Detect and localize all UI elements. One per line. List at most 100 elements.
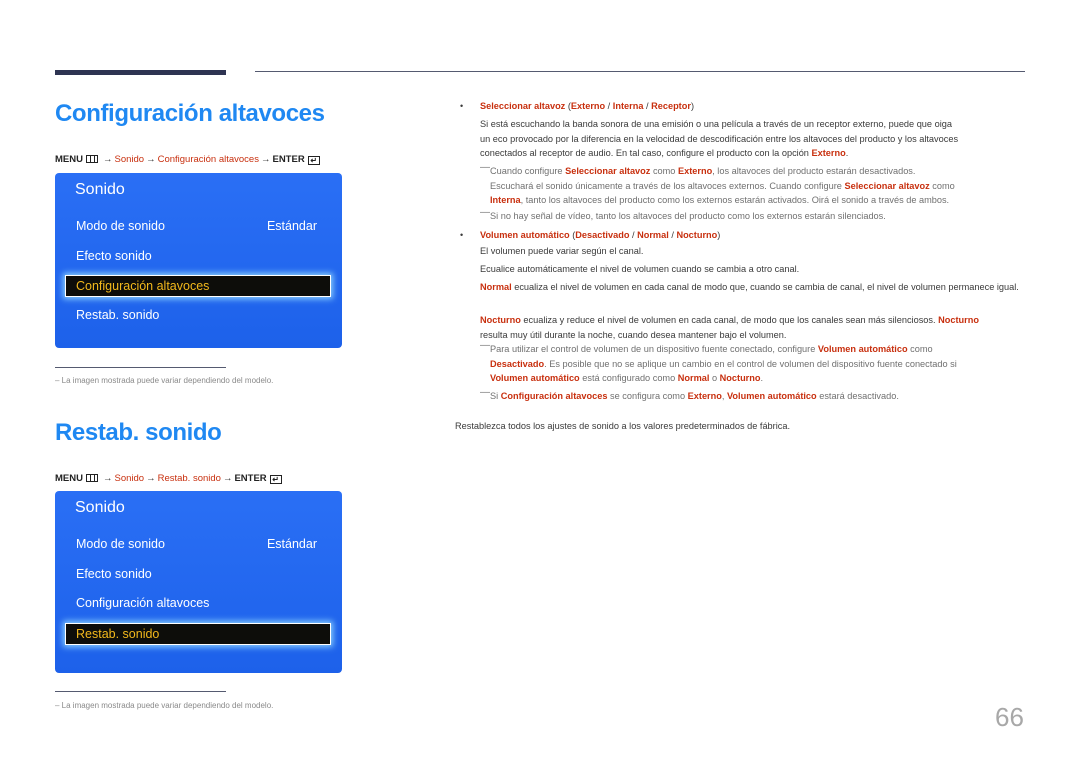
arrow-icon: →: [146, 154, 156, 165]
menu-item-speaker-settings[interactable]: Configuración altavoces: [76, 596, 209, 610]
t: Nocturno: [480, 315, 521, 325]
t: ,: [721, 391, 725, 401]
auto-volume-night: Nocturno ecualiza y reduce el nivel de v…: [480, 313, 1030, 342]
enter-label: ENTER: [234, 473, 267, 484]
menu-item-sound-mode-value: Estándar: [266, 219, 317, 233]
choice: Normal: [637, 230, 669, 240]
menu-item-sound-mode[interactable]: Modo de sonido: [76, 219, 165, 233]
t: Seleccionar altavoz: [844, 180, 930, 191]
section-title-reset-sound: Restab. sonido: [55, 419, 222, 446]
menu-item-sound-mode[interactable]: Modo de sonido: [76, 537, 165, 551]
header-rule-thick: [55, 70, 226, 75]
note-auto-volume-1: — Para utilizar el control de volumen de…: [480, 340, 1030, 386]
crumb-reset-sound: Restab. sonido: [157, 473, 221, 484]
menu-path: MENU → Sonido → Configuración altavoces → ENTE…: [55, 154, 320, 165]
footnote: – La imagen mostrada puede variar depend…: [55, 376, 274, 385]
option-speaker-select-heading: Seleccionar altavoz (Externo / Interna /…: [480, 101, 694, 111]
page-number: 66: [995, 702, 1024, 732]
note-dash-icon: —: [480, 340, 490, 351]
t: Cuando configure: [490, 166, 563, 176]
enter-label: ENTER: [272, 154, 305, 165]
menu-label: MENU: [55, 473, 83, 484]
note-dash-icon: —: [480, 162, 490, 173]
desc-line: Si está escuchando la banda sonora de un…: [480, 119, 952, 129]
menu-path: MENU → Sonido → Restab. sonido → ENTER ↵: [55, 473, 282, 484]
menu-item-reset-sound-selected[interactable]: Restab. sonido: [65, 623, 331, 645]
t: Volumen automático: [490, 373, 580, 383]
menu-item-label: Configuración altavoces: [76, 279, 210, 293]
menu-item-reset-sound[interactable]: Restab. sonido: [76, 308, 159, 322]
t: Externo: [687, 391, 722, 401]
option-auto-volume-heading: Volumen automático (Desactivado / Normal…: [480, 230, 721, 240]
auto-volume-line2: Ecualice automáticamente el nivel de vol…: [480, 264, 800, 274]
footnote-rule: [55, 367, 226, 368]
t: o: [711, 373, 718, 383]
t: .: [760, 373, 764, 383]
crumb-sonido: Sonido: [114, 154, 145, 165]
footnote-rule: [55, 691, 226, 692]
t: Nocturno: [719, 373, 761, 383]
menu-icon: [85, 155, 98, 163]
footnote: – La imagen mostrada puede variar depend…: [55, 701, 274, 710]
desc-line: conectados al receptor de audio. En tal …: [480, 148, 849, 158]
arrow-icon: →: [102, 473, 113, 484]
t: Nocturno: [938, 315, 979, 325]
t: , tanto los altavoces del producto como …: [520, 195, 950, 205]
t: Seleccionar altavoz: [565, 166, 651, 176]
sound-menu-panel: Sonido Modo de sonido Estándar Efecto so…: [55, 491, 342, 673]
crumb-sonido: Sonido: [114, 473, 145, 484]
desc-bold: Externo: [811, 148, 846, 158]
t: estará desactivado.: [819, 391, 899, 401]
t: ecualiza y reduce el nivel de volumen en…: [523, 315, 936, 325]
note-dash-icon: —: [480, 387, 490, 398]
enter-icon: ↵: [307, 156, 320, 165]
option-name: Volumen automático: [480, 230, 570, 240]
panel-title: Sonido: [75, 181, 125, 198]
arrow-icon: →: [102, 154, 113, 165]
reset-sound-description: Restablezca todos los ajustes de sonido …: [455, 421, 791, 431]
bullet-icon: •: [460, 101, 464, 111]
menu-item-sound-effect[interactable]: Efecto sonido: [76, 567, 152, 581]
note-speaker-1: — Cuando configure Seleccionar altavoz c…: [480, 162, 1030, 208]
t: como: [932, 180, 955, 191]
choice: Interna: [612, 101, 644, 111]
t: Si no hay señal de vídeo, tanto los alta…: [490, 211, 886, 221]
t: como: [910, 344, 933, 354]
footnote-text: La imagen mostrada puede variar dependie…: [61, 701, 274, 710]
t: Normal: [480, 282, 512, 292]
bullet-icon: •: [460, 230, 464, 240]
menu-item-label: Restab. sonido: [76, 627, 160, 641]
header-rule-thin: [255, 71, 1025, 72]
option-name: Seleccionar altavoz: [480, 101, 566, 111]
enter-icon: ↵: [269, 475, 282, 484]
t: , los altavoces del producto estarán des…: [712, 166, 916, 176]
t: como: [652, 166, 676, 176]
t: Si: [490, 391, 499, 401]
option-speaker-select-desc: Si está escuchando la banda sonora de un…: [480, 117, 1030, 161]
menu-item-sound-effect[interactable]: Efecto sonido: [76, 249, 152, 263]
t: Externo: [677, 166, 713, 176]
t: Configuración altavoces: [500, 391, 608, 401]
auto-volume-normal: Normal ecualiza el nivel de volumen en c…: [480, 280, 1030, 295]
t: Interna: [490, 195, 521, 205]
menu-icon: [85, 474, 98, 482]
t: . Es posible que no se aplique un cambio…: [544, 358, 957, 369]
t: Volumen automático: [726, 391, 817, 401]
t: Normal: [677, 373, 710, 383]
arrow-icon: →: [222, 473, 233, 484]
auto-volume-line1: El volumen puede variar según el canal.: [480, 246, 644, 256]
crumb-speaker-settings: Configuración altavoces: [157, 154, 259, 165]
menu-item-sound-mode-value: Estándar: [266, 537, 317, 551]
choice: Receptor: [651, 101, 691, 111]
menu-item-speaker-settings-selected[interactable]: Configuración altavoces: [65, 275, 331, 297]
panel-title: Sonido: [75, 499, 125, 516]
t: Para utilizar el control de volumen de u…: [490, 344, 816, 354]
t: resulta muy útil durante la noche, cuand…: [480, 329, 787, 340]
t: ecualiza el nivel de volumen en cada can…: [514, 282, 1019, 292]
sound-menu-panel: Sonido Modo de sonido Estándar Efecto so…: [55, 173, 342, 348]
t: se configura como: [610, 391, 686, 401]
note-auto-volume-2: — Si Configuración altavoces se configur…: [480, 387, 1030, 404]
desc-line: un eco provocado por la diferencia en la…: [480, 133, 959, 144]
t: Escuchará el sonido únicamente a través …: [490, 180, 842, 191]
choice: Externo: [570, 101, 606, 111]
